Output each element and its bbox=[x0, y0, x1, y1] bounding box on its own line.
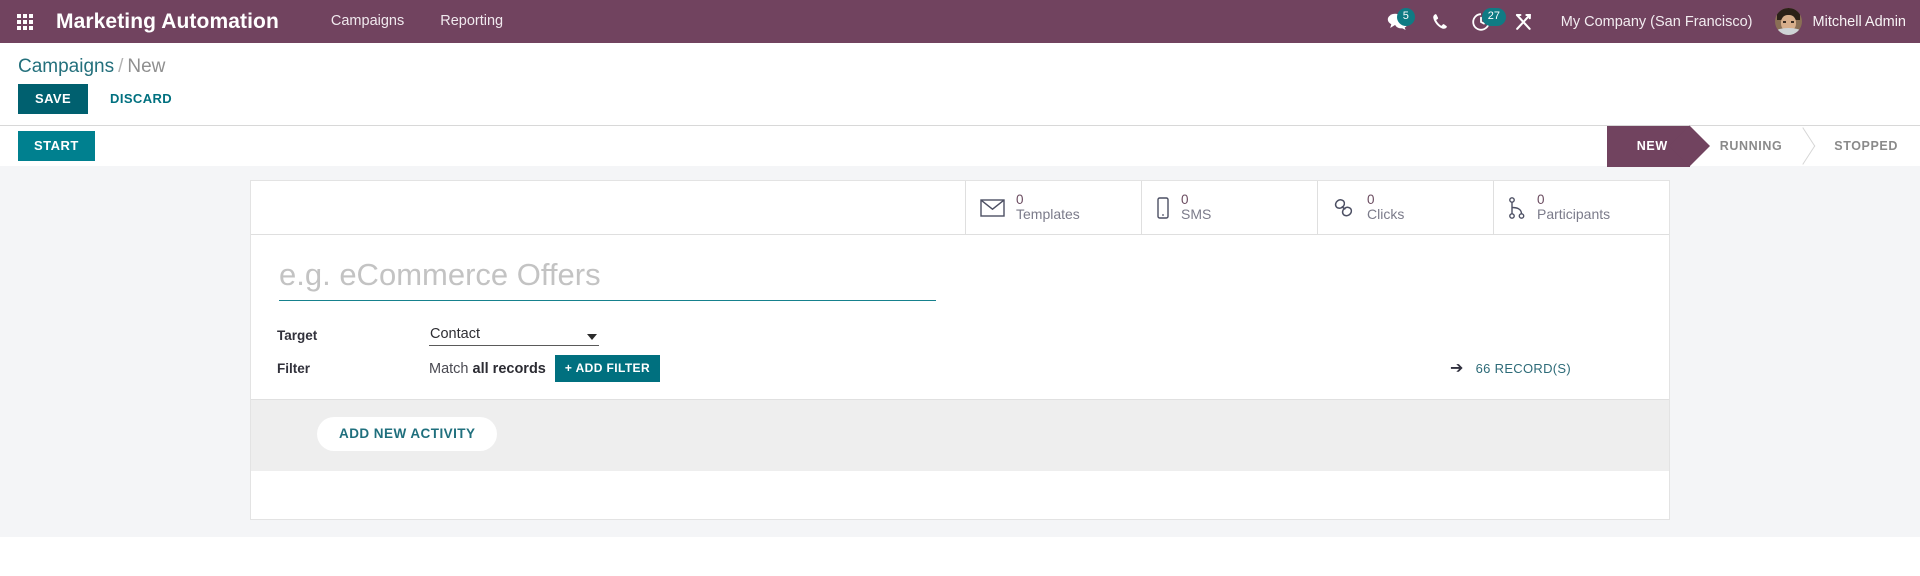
add-filter-label: ADD FILTER bbox=[575, 361, 651, 375]
sitemap-icon bbox=[1508, 196, 1526, 219]
filter-match-text: Match all records bbox=[429, 361, 546, 377]
mobile-icon bbox=[1156, 196, 1170, 219]
avatar bbox=[1774, 8, 1802, 35]
stat-button-clicks[interactable]: 0 Clicks bbox=[1317, 181, 1493, 234]
status-step-new-label: NEW bbox=[1636, 139, 1668, 153]
status-step-stopped[interactable]: STOPPED bbox=[1804, 126, 1920, 167]
discard-button[interactable]: DISCARD bbox=[96, 84, 186, 114]
records-count-label: 66 RECORD(S) bbox=[1475, 361, 1571, 376]
field-row-filter: Filter Match all records + ADD FILTER ➔ … bbox=[277, 355, 1643, 382]
stat-text-sms: 0 SMS bbox=[1181, 192, 1211, 223]
filter-match-prefix: Match bbox=[429, 360, 469, 377]
stat-text-clicks: 0 Clicks bbox=[1367, 192, 1404, 223]
filter-label: Filter bbox=[277, 361, 311, 376]
add-filter-button[interactable]: + ADD FILTER bbox=[554, 355, 661, 382]
breadcrumb: Campaigns / New bbox=[18, 43, 1902, 84]
field-row-target: Target Contact bbox=[277, 325, 1643, 346]
records-count-link[interactable]: ➔ 66 RECORD(S) bbox=[1449, 359, 1643, 377]
company-selector[interactable]: My Company (San Francisco) bbox=[1545, 14, 1767, 30]
top-navbar: Marketing Automation Campaigns Reporting… bbox=[0, 0, 1920, 43]
statusbar-steps: NEW RUNNING STOPPED bbox=[1606, 125, 1920, 167]
add-new-activity-button[interactable]: ADD NEW ACTIVITY bbox=[317, 417, 498, 451]
content-area: 0 Templates 0 SMS 0 Clicks 0 Participant… bbox=[0, 166, 1920, 537]
campaign-name-input[interactable] bbox=[279, 255, 936, 301]
stat-button-sms[interactable]: 0 SMS bbox=[1141, 181, 1317, 234]
target-select-value: Contact bbox=[430, 326, 480, 342]
control-panel: Campaigns / New SAVE DISCARD bbox=[0, 43, 1920, 125]
arrow-right-icon: ➔ bbox=[1449, 359, 1464, 377]
systray: 5 27 My Company (San Francisco) Mitchell… bbox=[1375, 0, 1920, 43]
save-button[interactable]: SAVE bbox=[18, 84, 89, 114]
status-step-new[interactable]: NEW bbox=[1606, 125, 1690, 167]
target-label: Target bbox=[277, 328, 318, 343]
stat-value-templates: 0 bbox=[1016, 192, 1024, 208]
stat-label-templates: Templates bbox=[1016, 206, 1080, 223]
user-menu[interactable]: Mitchell Admin bbox=[1767, 8, 1906, 35]
apps-grid-icon[interactable] bbox=[8, 0, 42, 43]
filter-controls: Match all records + ADD FILTER ➔ 66 RECO… bbox=[429, 355, 1643, 382]
stat-text-participants: 0 Participants bbox=[1537, 192, 1610, 223]
phone-icon[interactable] bbox=[1420, 0, 1460, 43]
plus-icon: + bbox=[564, 361, 573, 375]
menu-item-reporting[interactable]: Reporting bbox=[422, 0, 521, 43]
stat-label-participants: Participants bbox=[1537, 206, 1611, 223]
status-step-running-label: RUNNING bbox=[1719, 139, 1783, 153]
chain-links-icon bbox=[1332, 197, 1356, 219]
stat-button-participants[interactable]: 0 Participants bbox=[1493, 181, 1669, 234]
status-bar: START NEW RUNNING STOPPED bbox=[0, 125, 1920, 167]
start-button[interactable]: START bbox=[18, 131, 95, 161]
messages-icon[interactable]: 5 bbox=[1375, 0, 1420, 43]
stat-label-clicks: Clicks bbox=[1367, 206, 1405, 223]
menu-item-campaigns[interactable]: Campaigns bbox=[313, 0, 422, 43]
status-step-running[interactable]: RUNNING bbox=[1690, 126, 1805, 167]
breadcrumb-current: New bbox=[127, 56, 166, 77]
envelope-icon bbox=[980, 198, 1005, 218]
form-sheet: 0 Templates 0 SMS 0 Clicks 0 Participant… bbox=[250, 180, 1670, 520]
user-name-label: Mitchell Admin bbox=[1812, 13, 1906, 30]
field-group: Target Contact Filter Match all records … bbox=[277, 325, 1643, 382]
status-step-stopped-label: STOPPED bbox=[1834, 139, 1898, 153]
stat-value-clicks: 0 bbox=[1367, 192, 1375, 208]
stat-button-templates[interactable]: 0 Templates bbox=[965, 181, 1141, 234]
debug-tools-icon[interactable] bbox=[1502, 0, 1545, 43]
app-brand-title[interactable]: Marketing Automation bbox=[56, 10, 279, 34]
messages-badge: 5 bbox=[1396, 8, 1415, 26]
activities-panel: ADD NEW ACTIVITY bbox=[251, 399, 1669, 471]
breadcrumb-separator: / bbox=[118, 56, 124, 77]
target-select[interactable]: Contact bbox=[429, 325, 599, 346]
stat-label-sms: SMS bbox=[1181, 206, 1212, 223]
record-actions: SAVE DISCARD bbox=[18, 84, 1902, 125]
stat-buttons: 0 Templates 0 SMS 0 Clicks 0 Participant… bbox=[251, 181, 1669, 235]
stat-value-participants: 0 bbox=[1537, 192, 1545, 208]
stat-value-sms: 0 bbox=[1181, 192, 1189, 208]
filter-match-strong[interactable]: all records bbox=[473, 361, 546, 377]
activities-clock-icon[interactable]: 27 bbox=[1460, 0, 1506, 43]
breadcrumb-campaigns[interactable]: Campaigns bbox=[18, 56, 114, 77]
stat-text-templates: 0 Templates bbox=[1016, 192, 1080, 223]
form-body: Target Contact Filter Match all records … bbox=[251, 235, 1669, 399]
